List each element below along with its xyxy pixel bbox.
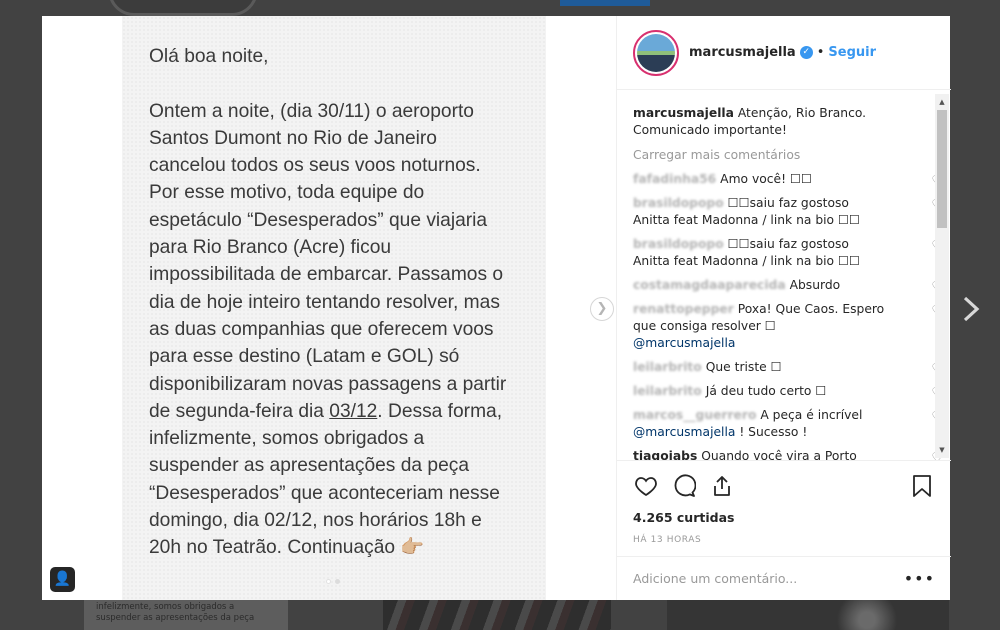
action-bar — [633, 471, 935, 501]
comment-username[interactable]: costamagdaaparecida — [633, 278, 786, 292]
post-header: marcusmajella ✓ • Seguir — [617, 16, 951, 90]
add-comment-bar: ••• — [617, 556, 951, 600]
background-thumbnail-text: infelizmente, somos obrigados a suspende… — [96, 602, 255, 623]
comment-username[interactable]: marcos__guerrero — [633, 408, 756, 422]
scroll-up-icon[interactable]: ▲ — [935, 96, 949, 108]
comment-username[interactable]: brasildopopo — [633, 237, 724, 251]
comment-text: Quando você vira a Porto — [701, 449, 857, 460]
post-timestamp[interactable]: HÁ 13 HORAS — [633, 535, 935, 545]
comment-item: leilarbrito Já deu tudo certo ☐♡ — [633, 383, 943, 401]
comment-item: marcos__guerrero A peça é incrível @marcu… — [633, 407, 943, 441]
comment-username[interactable]: leilarbrito — [633, 360, 702, 374]
caption-username[interactable]: marcusmajella — [633, 106, 734, 120]
user-icon: 👤 — [53, 571, 72, 587]
avatar[interactable] — [633, 29, 679, 76]
comment-mention[interactable]: @marcusmajella — [633, 425, 735, 439]
next-post-arrow-icon[interactable] — [958, 294, 984, 324]
comment-mention-tail: ! Sucesso ! — [735, 425, 808, 439]
post-side-panel: marcusmajella ✓ • Seguir marcusmajella A… — [616, 16, 951, 600]
image-paragraph-greeting: Olá boa noite, — [149, 46, 269, 67]
comment-item: leilarbrito Que triste ☐♡ — [633, 359, 943, 377]
background-thumbnail-1[interactable]: infelizmente, somos obrigados a suspende… — [84, 600, 288, 630]
comment-text: Que triste ☐ — [705, 360, 782, 374]
comment-username[interactable]: fafadinha56 — [633, 172, 716, 186]
comment-button[interactable] — [671, 473, 697, 499]
comment-icon — [674, 474, 696, 497]
background-thumbnail-3[interactable] — [667, 600, 949, 630]
comment-text: Amo você! ☐☐ — [720, 172, 812, 186]
scroll-down-icon[interactable]: ▼ — [935, 444, 949, 456]
chevron-right-icon: ❯ — [596, 301, 608, 316]
carousel-dots — [326, 579, 340, 584]
comment-text: A peça é incrível — [760, 408, 863, 422]
comment-item: tiagojabs Quando você vira a Porto♡ — [633, 448, 943, 460]
post-caption: marcusmajella Atenção, Rio Branco. Comun… — [633, 105, 919, 139]
verified-icon: ✓ — [799, 46, 813, 59]
comment-username[interactable]: tiagojabs — [633, 449, 697, 460]
background-thumbnail-2[interactable] — [383, 600, 611, 630]
image-text-part: Ontem a noite, (dia 30/11) o aeroporto S… — [149, 100, 507, 422]
comment-item: brasildopopo ☐☐saiu faz gostoso Anitta f… — [633, 236, 943, 270]
heart-icon — [635, 477, 657, 497]
comment-item: fafadinha56 Amo você! ☐☐♡ — [633, 171, 943, 189]
avatar-image — [637, 33, 675, 72]
image-text-date: 03/12 — [329, 400, 378, 422]
background-profile-avatar — [108, 0, 258, 16]
carousel-dot — [335, 579, 340, 584]
comments-scrollbar[interactable]: ▲ ▼ — [935, 94, 949, 458]
post-media: Olá boa noite, Ontem a noite, (dia 30/11… — [42, 16, 616, 600]
save-button[interactable] — [909, 473, 935, 499]
scrollbar-thumb[interactable] — [937, 110, 947, 228]
likes-count[interactable]: 4.265 curtidas — [633, 510, 935, 525]
post-image-text: Olá boa noite, Ontem a noite, (dia 30/11… — [149, 43, 529, 589]
header-username[interactable]: marcusmajella — [689, 45, 796, 60]
follow-button[interactable]: Seguir — [828, 45, 876, 60]
comments-list[interactable]: marcusmajella Atenção, Rio Branco. Comun… — [617, 91, 951, 460]
header-separator: • — [816, 45, 825, 60]
bookmark-icon — [913, 475, 931, 497]
carousel-dot — [326, 579, 331, 584]
comment-username[interactable]: brasildopopo — [633, 196, 724, 210]
more-options-icon[interactable]: ••• — [904, 569, 935, 588]
image-text-tail: . Dessa forma, infelizmente, somos obrig… — [149, 400, 503, 559]
share-button[interactable] — [709, 473, 735, 499]
comment-text: Já deu tudo certo ☐ — [705, 384, 827, 398]
comment-mention[interactable]: @marcusmajella — [633, 336, 735, 350]
carousel-next-button[interactable]: ❯ — [590, 297, 614, 321]
add-comment-input[interactable] — [633, 571, 904, 586]
like-button[interactable] — [633, 473, 659, 499]
post-modal: Olá boa noite, Ontem a noite, (dia 30/11… — [42, 16, 951, 600]
comment-text: Absurdo — [789, 278, 841, 292]
comment-username[interactable]: leilarbrito — [633, 384, 702, 398]
share-icon — [714, 476, 730, 496]
comment-container: fafadinha56 Amo você! ☐☐♡ brasildopopo ☐☐… — [633, 171, 943, 460]
comment-username[interactable]: renattopepper — [633, 302, 734, 316]
comment-item: renattopepper Poxa! Que Caos. Espero que… — [633, 301, 943, 352]
load-more-comments-button[interactable]: Carregar mais comentários — [633, 147, 919, 164]
comment-item: costamagdaaparecida Absurdo♡ — [633, 277, 943, 295]
post-actions: 4.265 curtidas HÁ 13 HORAS — [617, 460, 951, 545]
image-paragraph-body: Ontem a noite, (dia 30/11) o aeroporto S… — [149, 98, 529, 562]
comment-item: brasildopopo ☐☐saiu faz gostoso Anitta f… — [633, 195, 943, 229]
background-follow-button — [560, 0, 650, 6]
tagged-users-button[interactable]: 👤 — [50, 567, 75, 592]
